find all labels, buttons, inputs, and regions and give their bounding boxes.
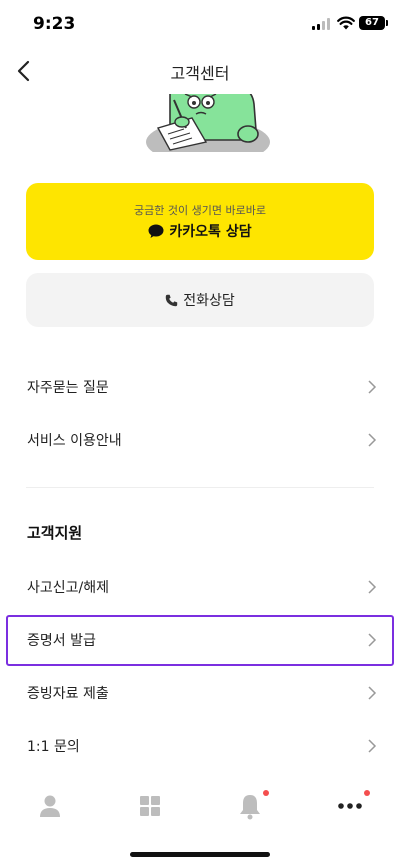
list-item-label: 사고신고/해제 (27, 580, 109, 596)
wifi-icon (337, 16, 355, 30)
phone-label-row: 전화상담 (26, 290, 374, 310)
chevron-right-icon (368, 739, 377, 753)
status-bar: 9:23 67 (0, 0, 400, 48)
list-item-service-guide[interactable]: 서비스 이용안내 (0, 413, 400, 467)
more-badge (364, 790, 370, 796)
chevron-right-icon (368, 433, 377, 447)
list-item-faq[interactable]: 자주묻는 질문 (0, 360, 400, 414)
phone-icon (165, 294, 178, 307)
chevron-right-icon (368, 686, 377, 700)
tab-bar (0, 777, 400, 837)
battery-tip (386, 20, 388, 26)
kakaotalk-consultation-button[interactable]: 궁금한 것이 생기면 바로바로 카카오톡 상담 (26, 183, 374, 260)
grid-icon[interactable] (135, 791, 165, 821)
list-item-one-to-one-inquiry[interactable]: 1:1 문의 (0, 719, 400, 773)
list-item-evidence-submission[interactable]: 증빙자료 제출 (0, 666, 400, 720)
status-time: 9:23 (33, 14, 76, 34)
more-icon[interactable] (335, 791, 365, 821)
list-item-label: 서비스 이용안내 (27, 433, 122, 449)
phone-label: 전화상담 (183, 293, 235, 309)
list-item-label: 1:1 문의 (27, 739, 80, 755)
person-icon[interactable] (35, 791, 65, 821)
kakaotalk-subtitle: 궁금한 것이 생기면 바로바로 (134, 204, 266, 217)
chevron-right-icon (368, 580, 377, 594)
chat-bubble-icon (148, 224, 164, 238)
list-item-accident-report[interactable]: 사고신고/해제 (0, 560, 400, 614)
list-item-label: 자주묻는 질문 (27, 380, 109, 396)
list-item-label: 증빙자료 제출 (27, 686, 109, 702)
chevron-right-icon (368, 380, 377, 394)
kakaotalk-label-row: 카카오톡 상담 (26, 221, 374, 241)
bell-icon[interactable] (235, 791, 265, 821)
navigation-bar: 고객센터 (0, 48, 400, 94)
kakaotalk-label: 카카오톡 상담 (169, 224, 252, 240)
signal-icon (312, 18, 332, 30)
home-indicator (130, 852, 270, 857)
battery-icon: 67 (359, 16, 385, 30)
page-title: 고객센터 (170, 64, 230, 83)
section-divider (26, 487, 374, 488)
chevron-right-icon (368, 633, 377, 647)
list-item-label: 증명서 발급 (27, 633, 96, 649)
phone-consultation-button[interactable]: 전화상담 (26, 273, 374, 327)
list-item-certificate-issuance[interactable]: 증명서 발급 (0, 613, 400, 667)
notification-badge (263, 790, 269, 796)
section-title-support: 고객지원 (27, 524, 83, 542)
mascot-illustration (146, 94, 270, 152)
